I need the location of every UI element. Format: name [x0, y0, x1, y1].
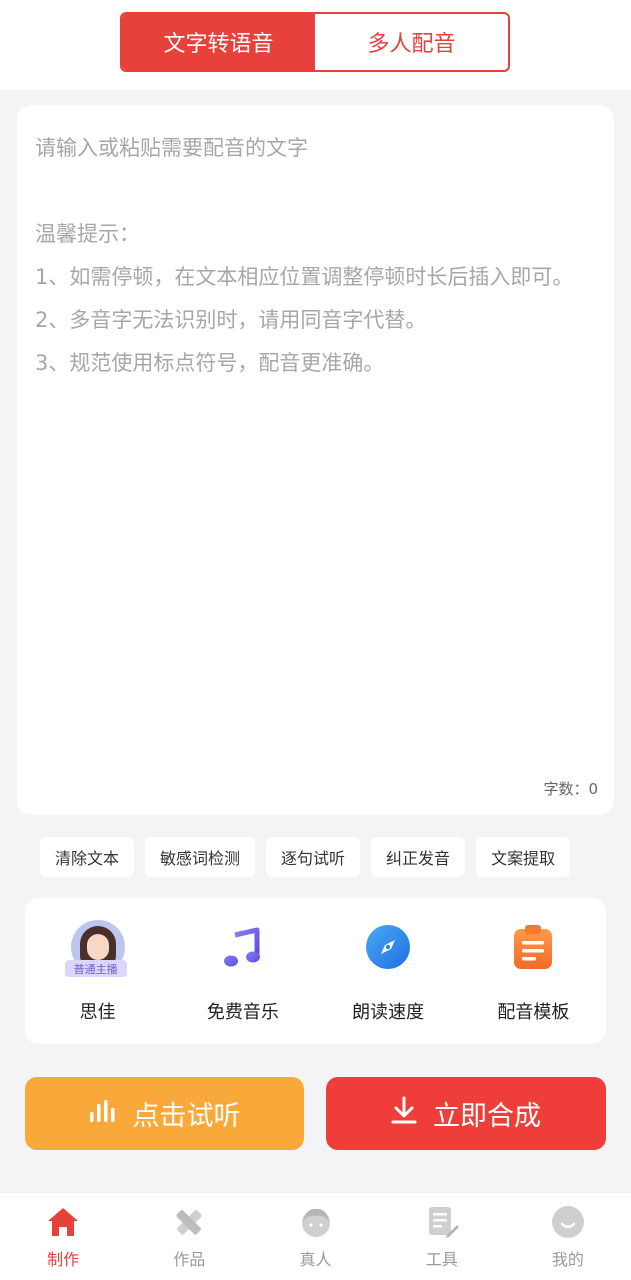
word-count: 字数：0 [543, 780, 598, 798]
music-note-icon [214, 918, 272, 976]
audio-bars-icon [89, 1098, 117, 1129]
extract-copy-button[interactable]: 文案提取 [476, 837, 571, 877]
dubbing-template-option[interactable]: 配音模板 [461, 898, 606, 1044]
synthesize-button[interactable]: 立即合成 [326, 1077, 606, 1150]
tab-make-label: 制作 [47, 1250, 80, 1269]
reading-speed-label: 朗读速度 [352, 1002, 425, 1023]
free-music-label: 免费音乐 [206, 1002, 279, 1023]
compass-icon [359, 918, 417, 976]
tab-tools[interactable]: 工具 [379, 1193, 505, 1280]
profile-icon [550, 1204, 586, 1240]
person-icon [298, 1204, 334, 1240]
preview-listen-button[interactable]: 点击试听 [25, 1077, 304, 1150]
pencil-ruler-icon [171, 1204, 207, 1240]
tab-real-person-label: 真人 [299, 1250, 332, 1269]
bottom-tab-bar: 制作 作品 真人 工具 我的 [0, 1192, 631, 1280]
sensitive-word-check-button[interactable]: 敏感词检测 [145, 837, 256, 877]
editor-placeholder: 请输入或粘贴需要配音的文字 温馨提示： 1、如需停顿，在文本相应位置调整停顿时长… [35, 136, 574, 375]
free-music-option[interactable]: 免费音乐 [170, 898, 315, 1044]
tab-tools-label: 工具 [425, 1250, 458, 1269]
clear-text-button[interactable]: 清除文本 [40, 837, 135, 877]
tab-make[interactable]: 制作 [0, 1193, 126, 1280]
sentence-preview-button[interactable]: 逐句试听 [266, 837, 361, 877]
download-icon [391, 1096, 417, 1131]
listen-label: 点击试听 [132, 1101, 241, 1132]
synthesize-label: 立即合成 [433, 1101, 541, 1132]
tab-mine[interactable]: 我的 [505, 1193, 631, 1280]
tab-real-person[interactable]: 真人 [252, 1193, 378, 1280]
clipboard-icon [504, 918, 562, 976]
voice-anchor-label: 思佳 [79, 1002, 116, 1023]
document-edit-icon [424, 1204, 460, 1240]
tab-works-label: 作品 [173, 1250, 206, 1269]
tab-works[interactable]: 作品 [126, 1193, 252, 1280]
dubbing-template-label: 配音模板 [497, 1002, 570, 1023]
tool-bar: 清除文本 敏感词检测 逐句试听 纠正发音 文案提取 [40, 837, 600, 877]
tab-text-to-speech[interactable]: 文字转语音 [122, 14, 315, 70]
text-editor[interactable]: 请输入或粘贴需要配音的文字 温馨提示： 1、如需停顿，在文本相应位置调整停顿时长… [17, 105, 614, 815]
tab-multi-voice[interactable]: 多人配音 [315, 14, 508, 70]
header: 文字转语音 多人配音 [0, 0, 631, 90]
correct-pronunciation-button[interactable]: 纠正发音 [371, 837, 466, 877]
tab-mine-label: 我的 [551, 1250, 584, 1269]
anchor-badge: 普通主播 [64, 960, 127, 977]
home-icon [45, 1204, 81, 1240]
mode-switch: 文字转语音 多人配音 [120, 12, 510, 72]
reading-speed-option[interactable]: 朗读速度 [316, 898, 461, 1044]
voice-options-panel: 普通主播 思佳 免费音乐 朗读速度 配音模板 [25, 898, 606, 1044]
voice-anchor-option[interactable]: 普通主播 思佳 [25, 898, 170, 1044]
